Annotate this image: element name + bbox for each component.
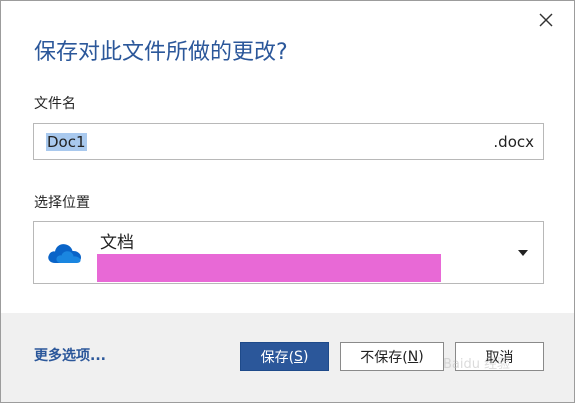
file-extension: .docx: [493, 133, 534, 151]
location-dropdown[interactable]: 文档: [33, 221, 544, 284]
cancel-button-label: 取消: [485, 349, 514, 366]
save-button-label: 保存(: [260, 349, 295, 366]
dont-save-button-label-close: ): [418, 348, 424, 365]
location-path-redacted: [97, 254, 441, 282]
filename-field[interactable]: Doc1 .docx: [33, 123, 544, 160]
dialog-footer: 更多选项... 保存(S) 不保存(N) 取消 Baidu 经验: [1, 313, 574, 402]
filename-value: Doc1: [46, 133, 87, 151]
close-button[interactable]: [531, 7, 561, 33]
save-button-label-close: ): [302, 348, 309, 365]
save-button-accesskey: S: [294, 348, 303, 365]
location-label: 选择位置: [34, 195, 90, 211]
dialog-title: 保存对此文件所做的更改?: [34, 40, 288, 65]
dont-save-button-label: 不保存(: [360, 349, 408, 366]
cancel-button[interactable]: 取消: [455, 342, 544, 371]
dont-save-button-accesskey: N: [407, 348, 419, 365]
dont-save-button[interactable]: 不保存(N): [340, 342, 444, 371]
filename-input[interactable]: Doc1: [46, 132, 87, 152]
location-name: 文档: [100, 233, 134, 253]
save-button[interactable]: 保存(S): [240, 342, 329, 371]
close-icon: [539, 13, 553, 27]
onedrive-cloud-icon: [48, 244, 81, 263]
filename-label: 文件名: [34, 96, 76, 112]
save-changes-dialog: 保存对此文件所做的更改? 文件名 Doc1 .docx 选择位置 文档 更多选项…: [0, 0, 575, 403]
chevron-down-icon: [518, 250, 528, 256]
more-options-link[interactable]: 更多选项...: [34, 347, 106, 365]
